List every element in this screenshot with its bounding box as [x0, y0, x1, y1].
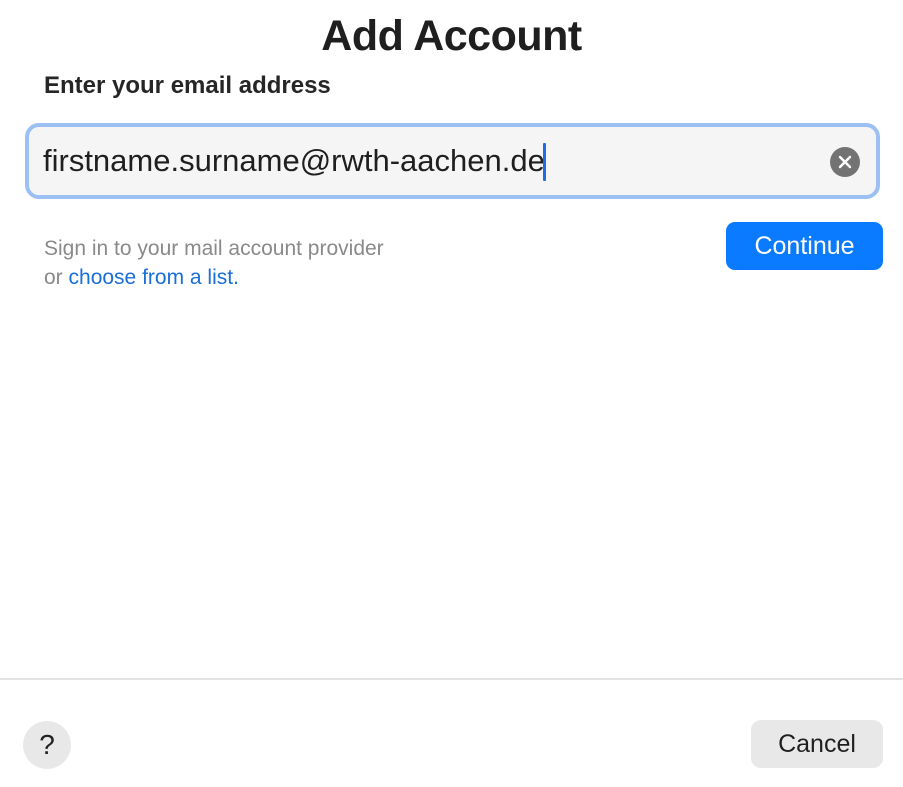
hint-line-1: Sign in to your mail account provider — [44, 237, 384, 260]
hint-prefix: or — [44, 266, 69, 289]
email-field-container[interactable] — [25, 123, 880, 199]
help-button[interactable]: ? — [23, 721, 71, 769]
dialog-title: Add Account — [321, 12, 582, 60]
footer-divider — [0, 678, 903, 680]
continue-button[interactable]: Continue — [726, 222, 883, 270]
close-x-glyph — [838, 155, 852, 169]
sign-in-hint: Sign in to your mail account provider or… — [44, 234, 384, 292]
email-field-label: Enter your email address — [44, 72, 331, 99]
text-caret — [543, 143, 546, 181]
clear-icon[interactable] — [830, 147, 860, 177]
email-input[interactable] — [43, 127, 823, 195]
choose-from-list-link[interactable]: choose from a list. — [69, 266, 239, 289]
hint-line-2: or choose from a list. — [44, 263, 384, 292]
add-account-dialog: Add Account Enter your email address Sig… — [0, 0, 903, 787]
cancel-button[interactable]: Cancel — [751, 720, 883, 768]
